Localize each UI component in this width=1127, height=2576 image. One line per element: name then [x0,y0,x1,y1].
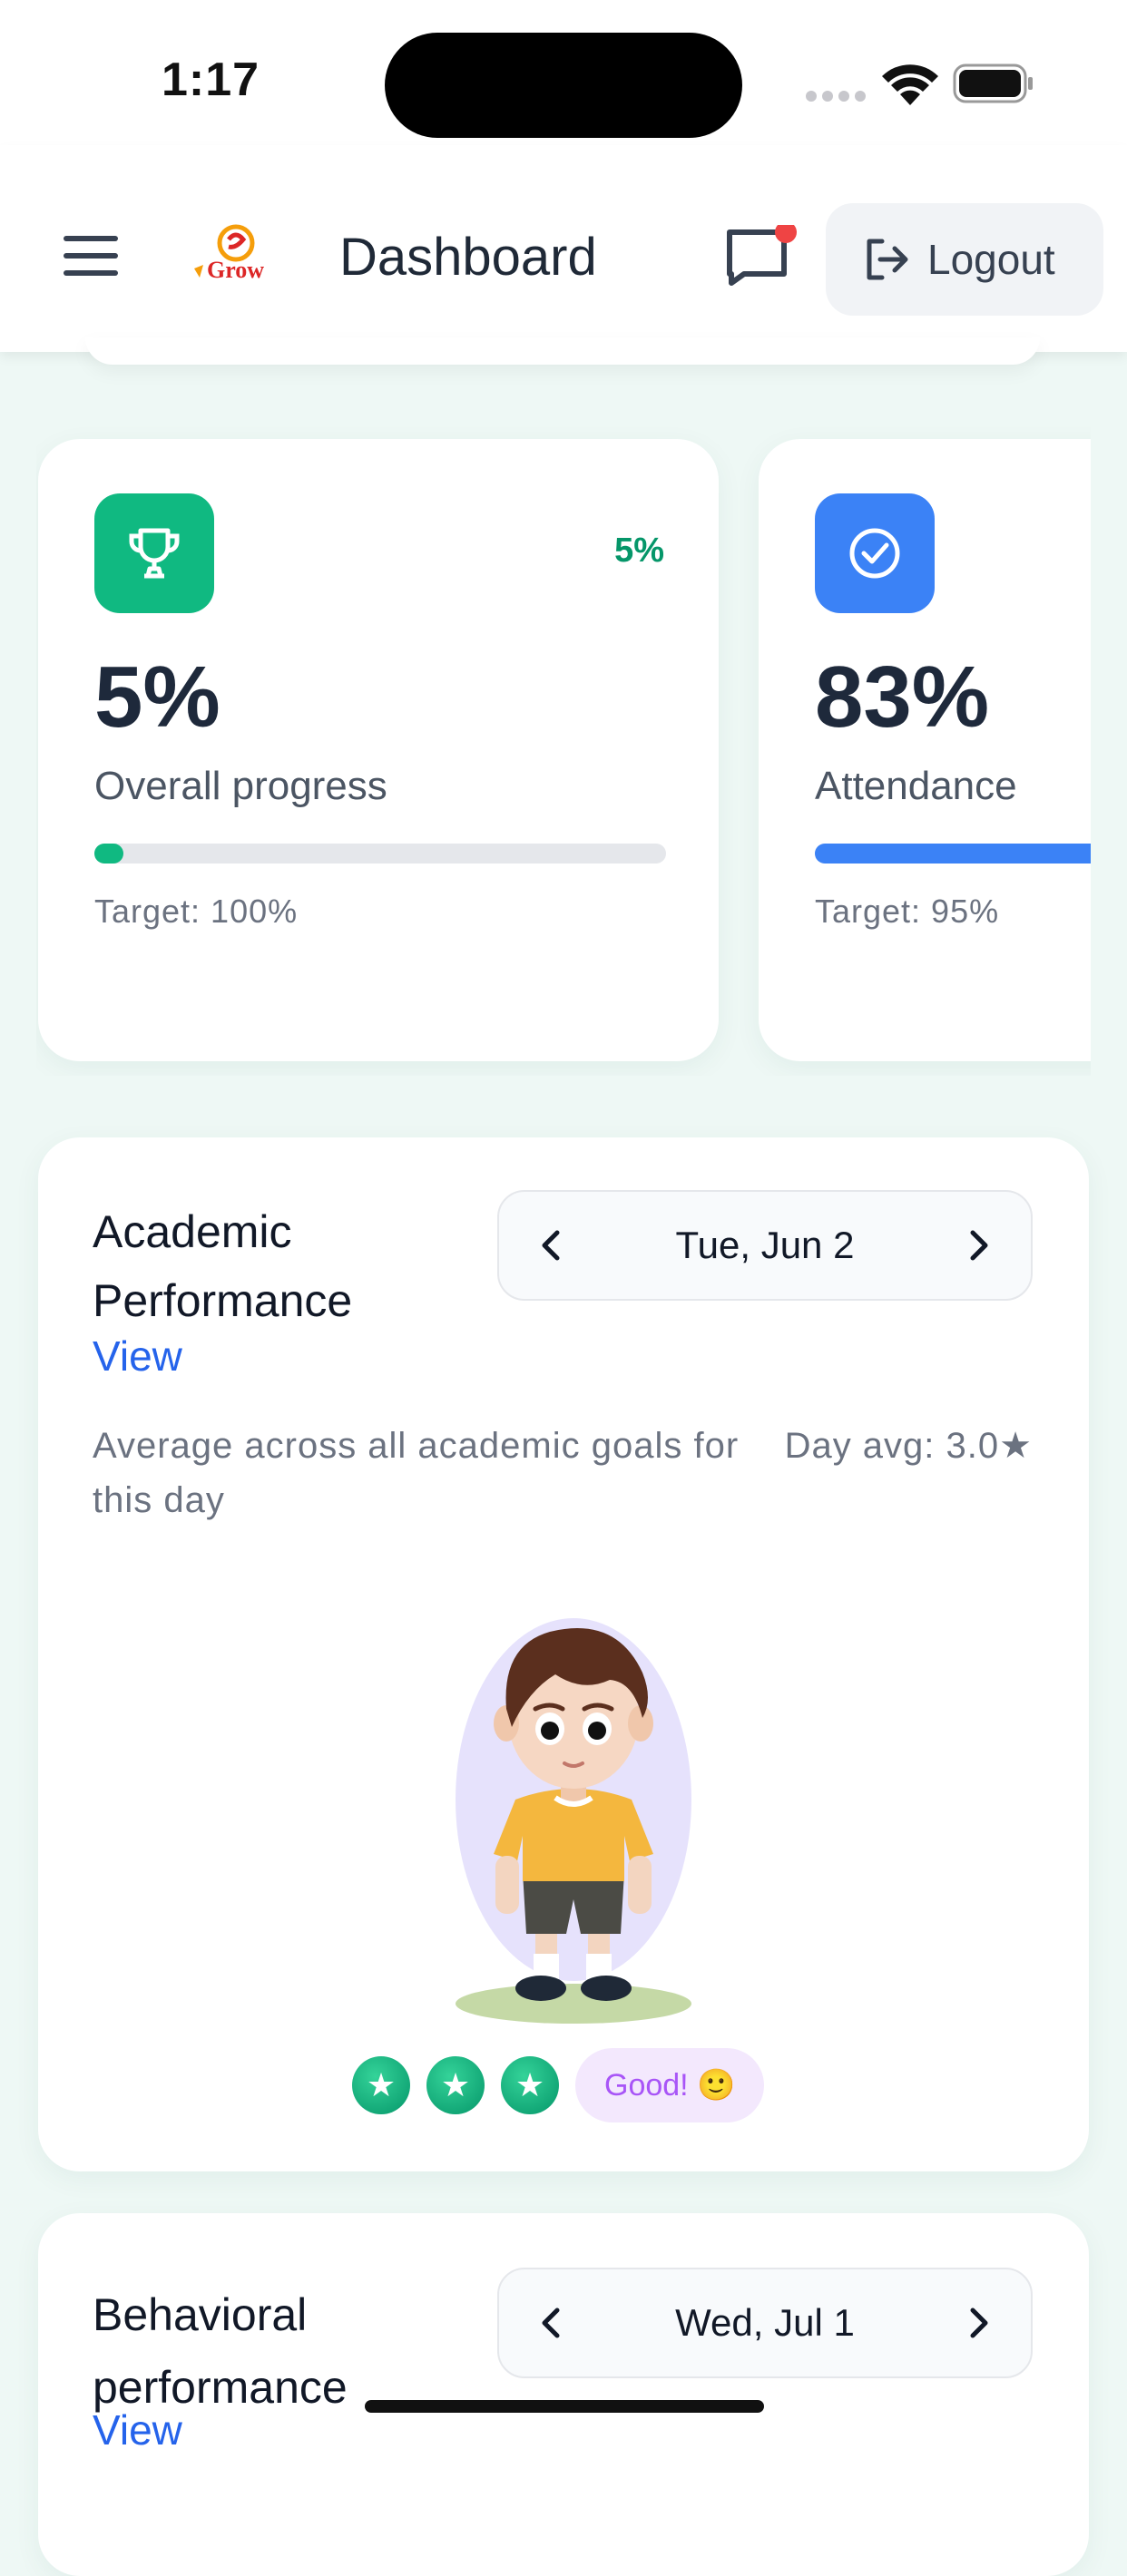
page-title: Dashboard [339,228,597,287]
chevron-right-icon[interactable] [964,2305,995,2341]
wifi-icon [880,60,940,112]
battery-icon [953,63,1034,108]
attendance-bar-fill [815,844,1091,864]
dynamic-island [385,33,742,138]
home-indicator [365,2400,764,2413]
academic-view-link[interactable]: View [93,1332,182,1381]
attendance-value: 83% [815,649,990,746]
overall-progress-target: Target: 100% [94,893,299,930]
chevron-left-icon[interactable] [535,1227,566,1264]
logout-button[interactable]: Logout [826,203,1103,316]
overall-progress-label: Overall progress [94,764,387,808]
app-logo: Grow [187,221,269,294]
signal-icon [806,89,866,108]
academic-title-line1: Academic [93,1206,292,1257]
stats-carousel[interactable]: 5% 5% Overall progress Target: 100% 83% … [36,426,1091,1076]
behavioral-performance-card: Behavioral performance View Wed, Jul 1 [38,2213,1089,2576]
status-time: 1:17 [162,54,260,106]
previous-card-edge [85,337,1040,365]
behavioral-view-link[interactable]: View [93,2405,182,2454]
chevron-right-icon[interactable] [964,1227,995,1264]
academic-performance-card: Academic Performance View Tue, Jun 2 Ave… [38,1137,1089,2171]
progress-change-badge: 5% [614,532,664,570]
overall-progress-bar [94,844,666,864]
mood-badge: Good! 🙂 [575,2048,765,2122]
academic-day-avg: Day avg: 3.0★ [784,1426,1033,1466]
logout-icon [867,239,908,280]
academic-title-line2: Performance [93,1275,353,1326]
star-rating: ★ ★ ★ [352,2056,559,2114]
logout-label: Logout [927,236,1055,283]
stat-card-overall-progress: 5% 5% Overall progress Target: 100% [38,439,719,1061]
overall-progress-value: 5% [94,649,220,746]
rating-row: ★ ★ ★ Good! 🙂 [352,2048,765,2122]
chevron-left-icon[interactable] [535,2305,566,2341]
academic-date-nav: Tue, Jun 2 [497,1190,1033,1301]
star-icon: ★ [352,2056,410,2114]
behavioral-date-nav: Wed, Jul 1 [497,2268,1033,2378]
trophy-icon [94,493,214,613]
attendance-bar [815,844,1091,864]
attendance-label: Attendance [815,764,1017,808]
academic-date: Tue, Jun 2 [675,1224,855,1266]
star-icon: ★ [426,2056,485,2114]
student-avatar-illustration [428,1573,719,2026]
attendance-target: Target: 95% [815,893,1000,930]
academic-title: Academic Performance [93,1197,352,1335]
behavioral-date: Wed, Jul 1 [675,2301,855,2344]
overall-progress-bar-fill [94,844,123,864]
messages-icon[interactable] [724,221,797,293]
star-icon: ★ [501,2056,559,2114]
stat-card-attendance: 83% Attendance Target: 95% [759,439,1091,1061]
menu-icon[interactable] [64,234,120,282]
logo-text: Grow [207,257,264,283]
check-circle-icon [815,493,935,613]
academic-description: Average across all academic goals for th… [93,1426,740,1520]
